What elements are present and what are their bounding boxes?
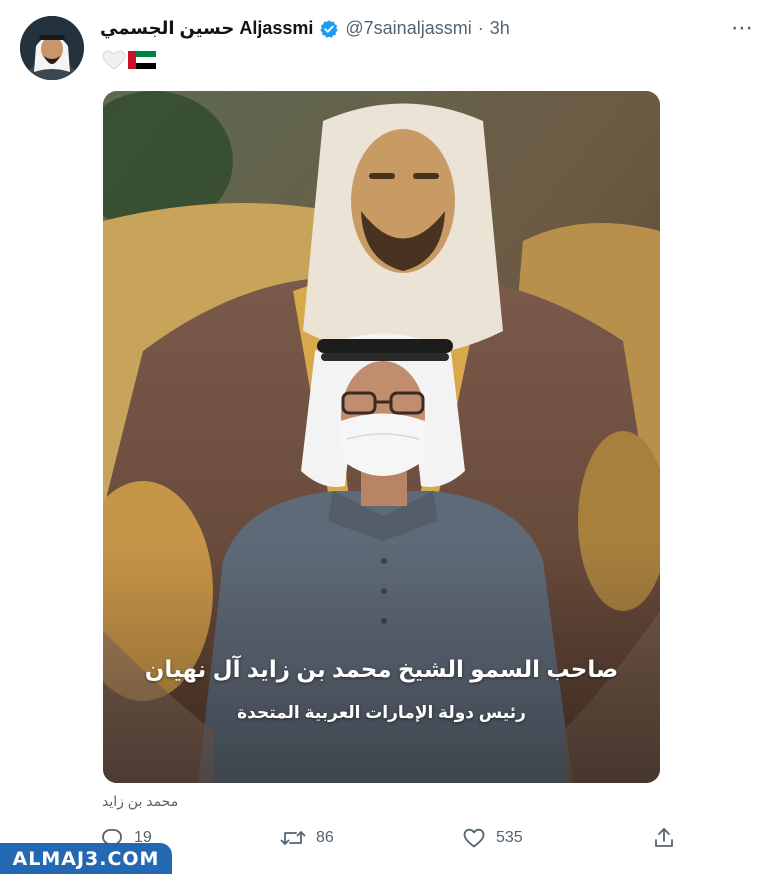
tweet-media-image[interactable]: صاحب السمو الشيخ محمد بن زايد آل نهيان ر… (103, 91, 660, 783)
tweet-header: حسين الجسمي Aljassmi @7sainaljassmi · 3h (100, 18, 510, 39)
author-display-name[interactable]: حسين الجسمي Aljassmi (100, 18, 313, 39)
image-caption-title: صاحب السمو الشيخ محمد بن زايد آل نهيان (144, 656, 619, 682)
tweet-action-bar: 19 86 535 (100, 826, 680, 858)
tweet-card: حسين الجسمي Aljassmi @7sainaljassmi · 3h… (0, 0, 768, 874)
image-alt-text: محمد بن زايد (102, 793, 179, 809)
like-count: 535 (496, 829, 523, 846)
tweet-timestamp[interactable]: 3h (490, 18, 510, 39)
retweet-icon (280, 826, 306, 850)
uae-flag-emoji (128, 51, 156, 74)
tweet-text-emojis (102, 50, 156, 75)
image-caption-subtitle: رئيس دولة الإمارات العربية المتحدة (237, 703, 526, 722)
like-button[interactable]: 535 (462, 826, 523, 850)
separator-dot: · (477, 18, 484, 38)
white-heart-emoji (102, 50, 126, 75)
share-icon (652, 826, 676, 850)
site-watermark: ALMAJ3.COM (0, 843, 172, 874)
author-handle[interactable]: @7sainaljassmi (345, 18, 471, 39)
author-avatar[interactable] (20, 16, 84, 80)
like-icon (462, 826, 486, 850)
share-button[interactable] (652, 826, 676, 850)
retweet-button[interactable]: 86 (280, 826, 334, 850)
more-options-icon[interactable]: ⋯ (731, 15, 754, 41)
avatar-image (20, 16, 84, 80)
verified-badge-icon (319, 19, 339, 39)
retweet-count: 86 (316, 829, 334, 846)
